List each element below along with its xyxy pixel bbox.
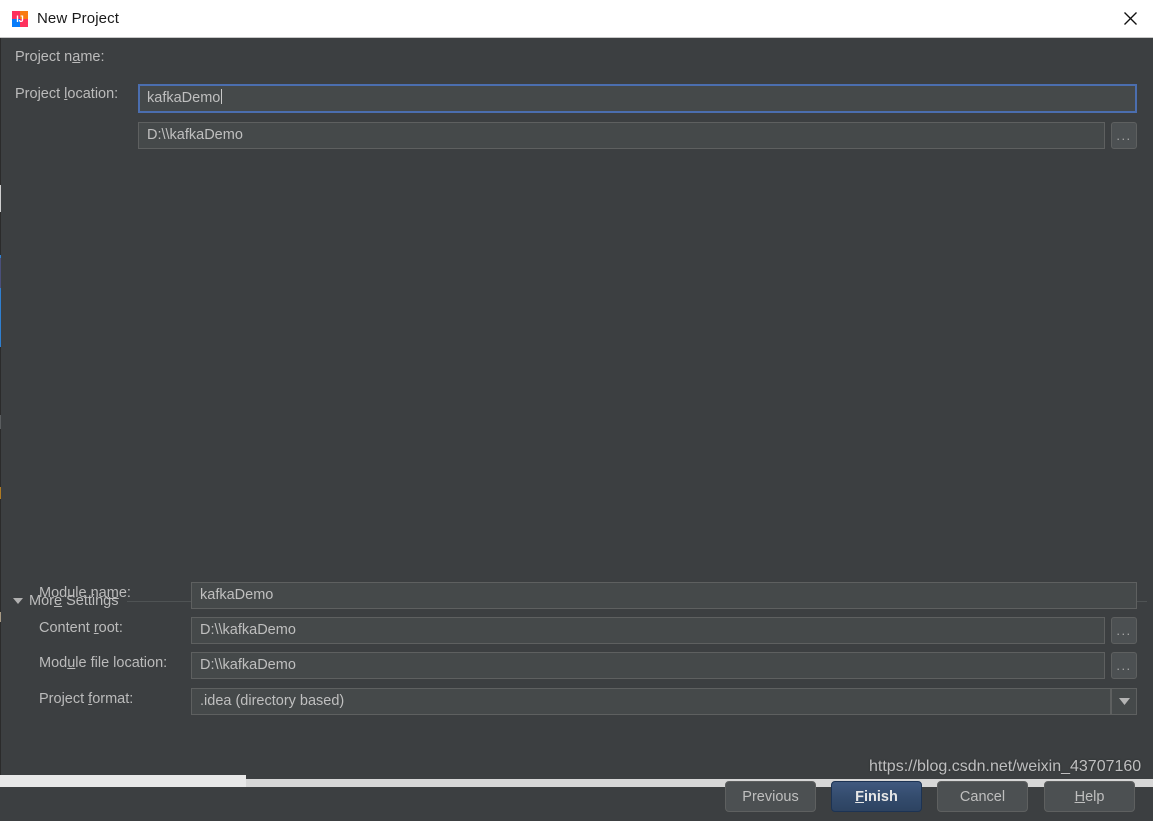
module-name-row: Module name:	[39, 585, 131, 601]
finish-button[interactable]: Finish	[831, 781, 922, 812]
module-file-location-label: Module file location:	[39, 655, 168, 671]
ellipsis-icon: ...	[1116, 128, 1132, 143]
previous-button[interactable]: Previous	[725, 781, 816, 812]
content-root-browse-button[interactable]: ...	[1111, 617, 1137, 644]
ellipsis-icon: ...	[1116, 658, 1132, 673]
dialog-footer: Previous Finish Cancel Help	[1, 776, 1153, 821]
dialog-title-bar: IJ New Project	[0, 0, 1153, 38]
chevron-down-icon[interactable]	[1111, 688, 1137, 715]
help-button[interactable]: Help	[1044, 781, 1135, 812]
ellipsis-icon: ...	[1116, 623, 1132, 638]
project-location-label: Project location:	[15, 86, 119, 102]
module-file-location-input[interactable]: D:\\kafkaDemo	[191, 652, 1105, 679]
project-format-label: Project format:	[39, 691, 134, 707]
previous-button-label: Previous	[742, 788, 799, 805]
finish-button-label: Finish	[855, 788, 898, 805]
close-icon[interactable]	[1107, 0, 1153, 37]
project-location-input[interactable]: D:\\kafkaDemo	[138, 122, 1105, 149]
content-root-row: Content root:	[39, 620, 123, 636]
cancel-button[interactable]: Cancel	[937, 781, 1028, 812]
module-name-input[interactable]: kafkaDemo	[191, 582, 1137, 609]
project-location-row: Project location:	[15, 86, 1137, 102]
content-root-input[interactable]: D:\\kafkaDemo	[191, 617, 1105, 644]
project-name-label: Project name:	[15, 49, 105, 65]
project-location-value: D:\\kafkaDemo	[147, 127, 243, 143]
module-name-value: kafkaDemo	[200, 587, 274, 603]
new-project-dialog: Project name: kafkaDemo Project location…	[1, 38, 1153, 812]
content-root-value: D:\\kafkaDemo	[200, 622, 296, 638]
project-format-row: Project format:	[39, 691, 133, 707]
content-root-label: Content root:	[39, 620, 123, 636]
module-file-location-row: Module file location:	[39, 655, 167, 671]
module-file-location-browse-button[interactable]: ...	[1111, 652, 1137, 679]
module-file-location-value: D:\\kafkaDemo	[200, 657, 296, 673]
project-format-select[interactable]: .idea (directory based)	[191, 688, 1111, 715]
intellij-idea-icon: IJ	[12, 10, 28, 27]
project-location-browse-button[interactable]: ...	[1111, 122, 1137, 149]
dialog-title: New Project	[37, 10, 119, 27]
help-button-label: Help	[1074, 788, 1105, 805]
module-name-label: Module name:	[39, 585, 131, 601]
project-name-row: Project name:	[15, 49, 1137, 65]
cancel-button-label: Cancel	[959, 788, 1006, 805]
project-format-value: .idea (directory based)	[200, 693, 345, 709]
triangle-down-icon	[13, 598, 23, 604]
